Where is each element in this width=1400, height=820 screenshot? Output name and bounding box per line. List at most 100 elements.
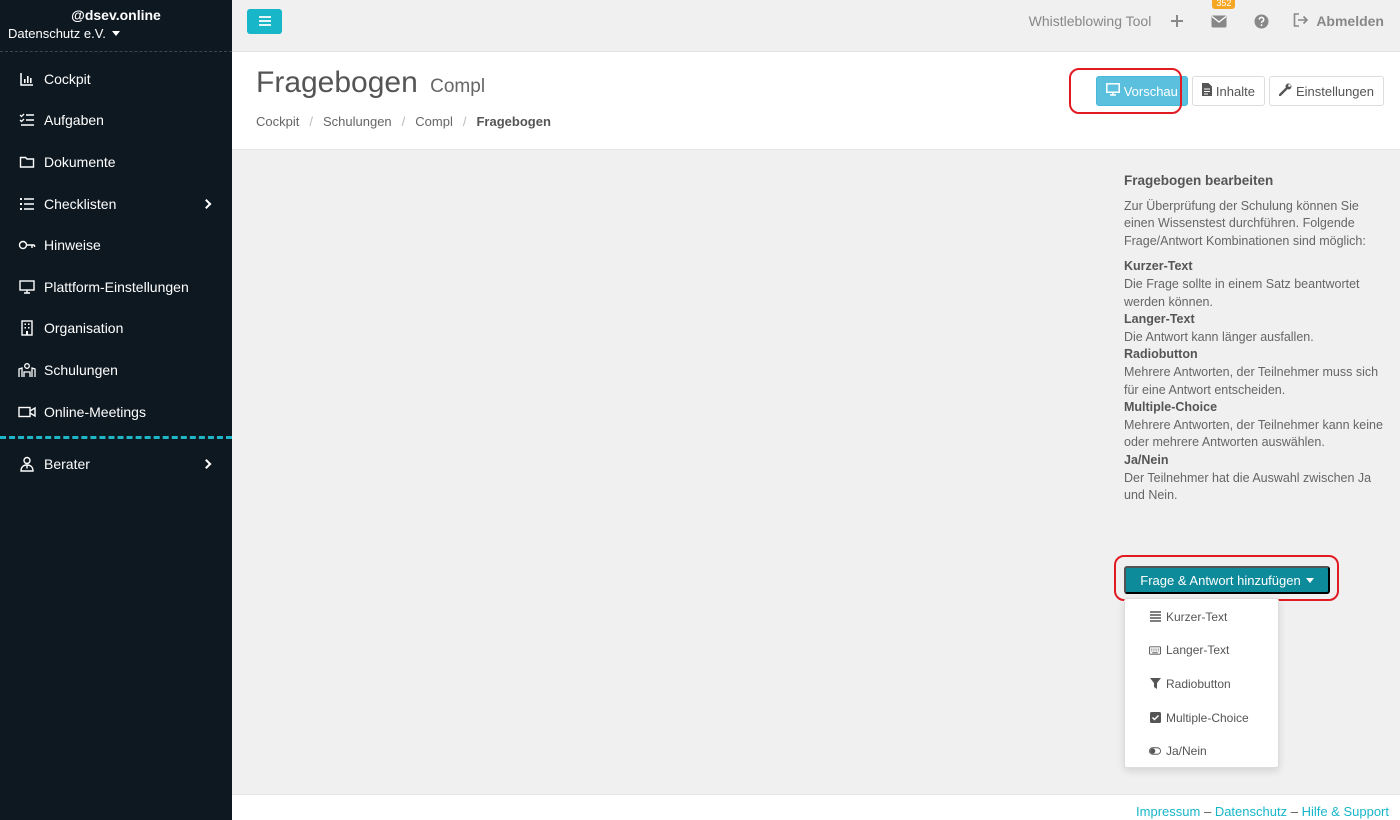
- training-icon: [18, 361, 36, 379]
- menu-toggle-button[interactable]: [247, 9, 282, 34]
- sidebar-item-aufgaben[interactable]: Aufgaben: [0, 100, 232, 142]
- add-question-button[interactable]: Frage & Antwort hinzufügen: [1124, 566, 1330, 594]
- help-term: Ja/Nein: [1124, 452, 1169, 467]
- page-title: Fragebogen Compl: [256, 66, 485, 100]
- help-intro: Zur Überprüfung der Schulung können Sie …: [1124, 198, 1366, 248]
- settings-label: Einstellungen: [1295, 83, 1374, 99]
- content-label: Inhalte: [1215, 83, 1255, 99]
- chevron-right-icon: [201, 198, 212, 209]
- help-panel: Fragebogen bearbeiten Zur Überprüfung de…: [1124, 172, 1388, 505]
- folder-icon: [18, 153, 36, 171]
- checkbox-icon: [1149, 712, 1161, 724]
- monitor-icon: [18, 278, 36, 296]
- brand: @dsev.online Datenschutz e.V.: [0, 0, 232, 52]
- desktop-icon: [1105, 83, 1120, 99]
- help-type: Multiple-Choice Mehrere Antworten, der T…: [1124, 399, 1388, 452]
- help-term: Multiple-Choice: [1124, 400, 1218, 415]
- user-name: @dsev.online: [71, 7, 161, 23]
- breadcrumb-separator: /: [462, 114, 467, 129]
- preview-button[interactable]: Vorschau: [1095, 76, 1188, 106]
- help-desc: Mehrere Antworten, der Teilnehmer muss s…: [1124, 364, 1379, 397]
- logout-label: Abmelden: [1316, 13, 1384, 29]
- dropdown-item-kurzer-text[interactable]: Kurzer-Text: [1125, 600, 1278, 634]
- sidebar-item-organisation[interactable]: Organisation: [0, 308, 232, 350]
- footer-separator: –: [1203, 804, 1212, 819]
- sidebar-divider: [0, 436, 232, 440]
- datenschutz-link[interactable]: Datenschutz: [1215, 804, 1287, 819]
- sidebar-item-label: Online-Meetings: [44, 403, 146, 420]
- logout-button[interactable]: Abmelden: [1293, 12, 1384, 30]
- header-buttons: Vorschau Inhalte Einstellungen: [1095, 76, 1384, 106]
- breadcrumb-separator: /: [309, 114, 313, 129]
- help-support-link[interactable]: Hilfe & Support: [1302, 804, 1389, 819]
- preview-label: Vorschau: [1123, 83, 1178, 99]
- filter-icon: [1149, 678, 1161, 690]
- dropdown-item-label: Ja/Nein: [1166, 744, 1207, 759]
- sign-out-icon: [1293, 12, 1309, 30]
- breadcrumb-separator: /: [401, 114, 406, 129]
- page-header: Fragebogen Compl Cockpit / Schulungen / …: [232, 52, 1400, 150]
- sidebar-item-dokumente[interactable]: Dokumente: [0, 141, 232, 183]
- sidebar-item-label: Plattform-Einstellungen: [44, 278, 189, 295]
- breadcrumb-fragebogen: Fragebogen: [476, 114, 551, 129]
- sidebar-item-schulungen[interactable]: Schulungen: [0, 349, 232, 391]
- sidebar-item-cockpit[interactable]: Cockpit: [0, 58, 232, 100]
- dropdown-item-multiple-choice[interactable]: Multiple-Choice: [1125, 701, 1278, 735]
- topbar-actions: Whistleblowing Tool 352 Abmelden: [1029, 0, 1384, 42]
- settings-button[interactable]: Einstellungen: [1268, 76, 1384, 106]
- caret-down-icon: [111, 31, 120, 36]
- mail-icon[interactable]: 352: [1209, 0, 1236, 31]
- sidebar-item-hinweise[interactable]: Hinweise: [0, 224, 232, 266]
- sidebar-item-berater[interactable]: Berater: [0, 443, 232, 485]
- plus-icon[interactable]: [1167, 11, 1187, 31]
- dropdown-item-label: Multiple-Choice: [1166, 710, 1249, 725]
- wrench-icon: [1278, 83, 1292, 99]
- help-icon[interactable]: [1251, 11, 1271, 31]
- whistleblowing-link[interactable]: Whistleblowing Tool: [1029, 13, 1152, 29]
- help-type: Kurzer-Text Die Frage sollte in einem Sa…: [1124, 258, 1388, 311]
- mail-count-badge: 352: [1212, 0, 1236, 9]
- help-type: Radiobutton Mehrere Antworten, der Teiln…: [1124, 346, 1388, 399]
- dropdown-item-langer-text[interactable]: Langer-Text: [1125, 634, 1278, 668]
- question-type-dropdown: Kurzer-Text Langer-Text Radiobutton Mult…: [1124, 598, 1279, 768]
- sidebar-item-label: Hinweise: [44, 237, 101, 254]
- dropdown-item-radiobutton[interactable]: Radiobutton: [1125, 667, 1278, 701]
- tasks-icon: [18, 111, 36, 129]
- sidebar-nav: Cockpit Aufgaben Dokumente Checklisten H…: [0, 52, 232, 432]
- content-button[interactable]: Inhalte: [1191, 76, 1265, 106]
- help-desc: Die Frage sollte in einem Satz beantwort…: [1124, 276, 1360, 309]
- help-desc: Die Antwort kann länger ausfallen.: [1124, 329, 1314, 344]
- key-icon: [18, 236, 36, 254]
- breadcrumb-compl[interactable]: Compl: [415, 114, 453, 129]
- chevron-right-icon: [201, 459, 212, 470]
- footer-separator: –: [1290, 804, 1298, 819]
- toggle-icon: [1149, 745, 1161, 757]
- align-justify-icon: [1149, 611, 1161, 623]
- sidebar: @dsev.online Datenschutz e.V. Cockpit Au…: [0, 0, 232, 820]
- sidebar-item-checklisten[interactable]: Checklisten: [0, 183, 232, 225]
- sidebar-item-label: Aufgaben: [44, 112, 104, 129]
- sidebar-item-plattform-einstellungen[interactable]: Plattform-Einstellungen: [0, 266, 232, 308]
- help-term: Langer-Text: [1124, 312, 1195, 327]
- sidebar-item-label: Checklisten: [44, 195, 117, 212]
- help-title: Fragebogen bearbeiten: [1124, 173, 1274, 188]
- impressum-link[interactable]: Impressum: [1136, 804, 1200, 819]
- org-switcher[interactable]: Datenschutz e.V.: [8, 26, 224, 41]
- help-type: Langer-Text Die Antwort kann länger ausf…: [1124, 311, 1388, 346]
- sidebar-item-label: Dokumente: [44, 153, 116, 170]
- breadcrumb-cockpit[interactable]: Cockpit: [256, 114, 299, 129]
- sidebar-item-online-meetings[interactable]: Online-Meetings: [0, 391, 232, 433]
- chart-icon: [18, 70, 36, 88]
- sidebar-item-label: Schulungen: [44, 361, 118, 378]
- topbar: Whistleblowing Tool 352 Abmelden: [232, 0, 1400, 52]
- dropdown-item-ja-nein[interactable]: Ja/Nein: [1125, 734, 1278, 768]
- page-subtitle: Compl: [430, 76, 486, 97]
- help-term: Kurzer-Text: [1124, 259, 1193, 274]
- building-icon: [18, 319, 36, 337]
- page-title-text: Fragebogen: [256, 66, 418, 99]
- breadcrumb-schulungen[interactable]: Schulungen: [323, 114, 392, 129]
- dropdown-item-label: Langer-Text: [1166, 643, 1230, 658]
- org-name: Datenschutz e.V.: [8, 26, 106, 41]
- breadcrumb: Cockpit / Schulungen / Compl / Frageboge…: [256, 114, 551, 129]
- dropdown-item-label: Kurzer-Text: [1166, 609, 1228, 624]
